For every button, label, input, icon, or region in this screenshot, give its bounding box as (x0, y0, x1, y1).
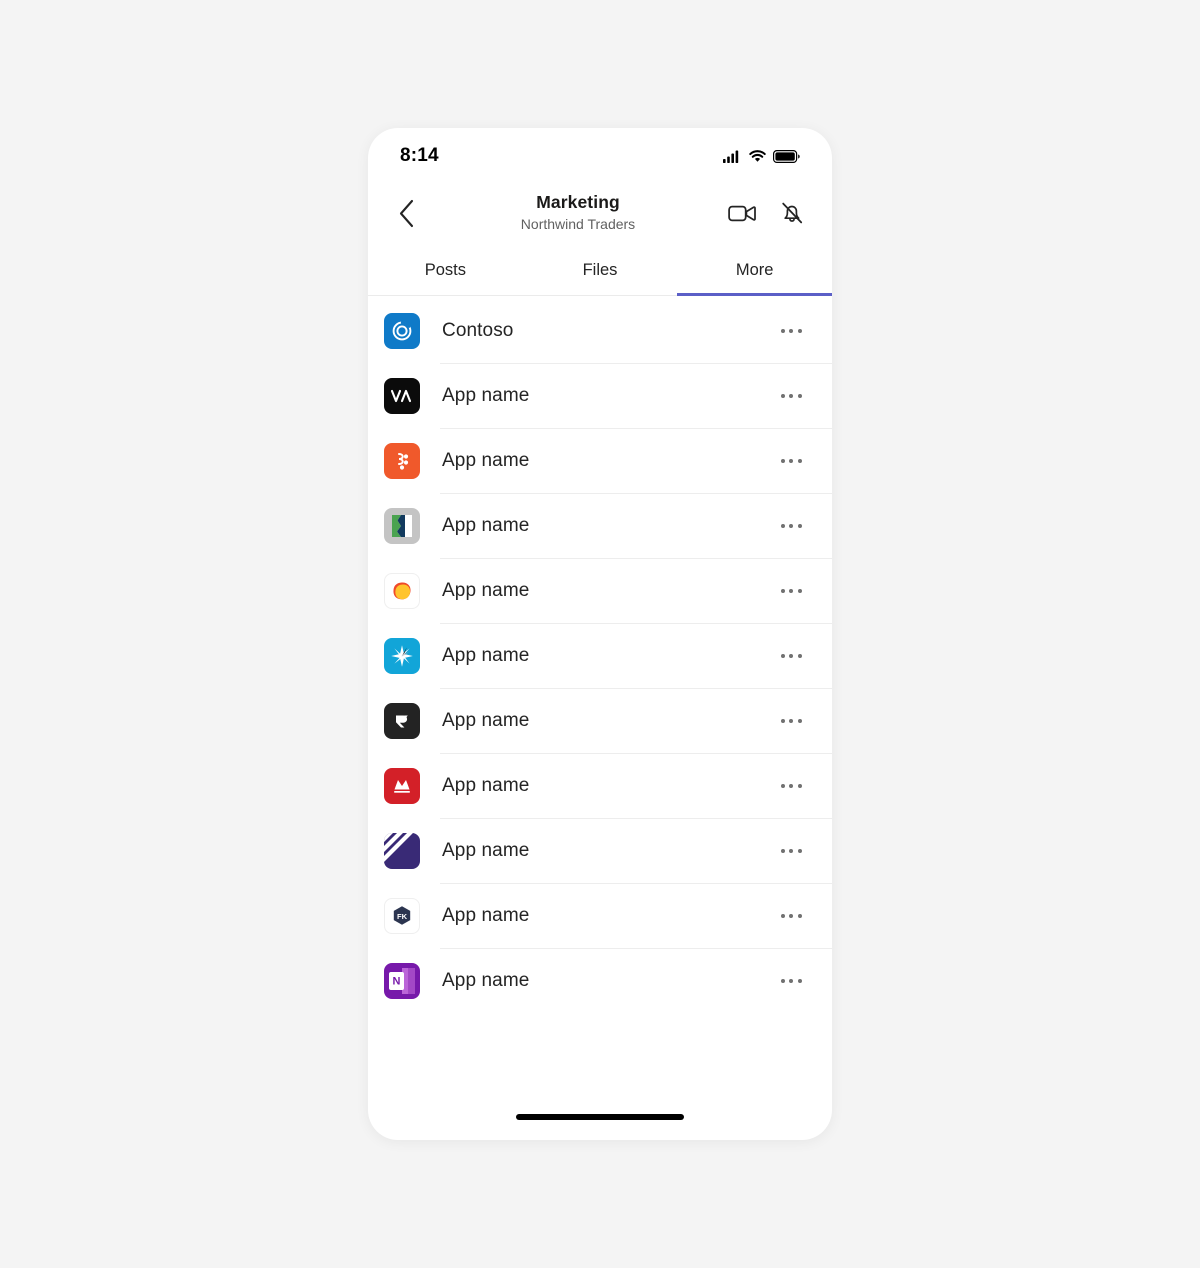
app-name-label: App name (442, 384, 530, 406)
more-horizontal-icon[interactable] (774, 704, 808, 738)
list-item[interactable]: App name (368, 623, 832, 688)
svg-text:N: N (393, 975, 401, 987)
list-item[interactable]: App name (368, 428, 832, 493)
more-horizontal-icon[interactable] (774, 379, 808, 413)
contoso-spiral-icon (384, 312, 420, 349)
status-bar-clock: 8:14 (400, 145, 439, 166)
more-horizontal-icon[interactable] (774, 769, 808, 803)
tab-posts[interactable]: Posts (368, 246, 523, 295)
row-divider (440, 558, 832, 559)
more-horizontal-icon[interactable] (774, 314, 808, 348)
list-item[interactable]: App name (368, 493, 832, 558)
dark-r-monogram-icon (384, 702, 420, 739)
list-item[interactable]: App name (368, 818, 832, 883)
row-divider (440, 363, 832, 364)
row-divider (440, 623, 832, 624)
app-name-label: App name (442, 969, 530, 991)
app-name-label: App name (442, 709, 530, 731)
app-name-label: App name (442, 449, 530, 471)
more-horizontal-icon[interactable] (774, 444, 808, 478)
phone-frame: 8:14 Marketing Northwind Traders Posts F… (368, 128, 832, 1140)
video-call-button[interactable] (726, 197, 758, 229)
list-item[interactable]: FK App name (368, 883, 832, 948)
more-horizontal-icon[interactable] (774, 639, 808, 673)
row-divider (440, 688, 832, 689)
wifi-icon (749, 149, 766, 163)
app-name-label: App name (442, 774, 530, 796)
chevron-left-icon (398, 199, 415, 228)
header-title-block: Marketing Northwind Traders (426, 192, 726, 234)
app-name-label: Contoso (442, 319, 514, 341)
notifications-button[interactable] (776, 197, 808, 229)
tab-files[interactable]: Files (523, 246, 678, 295)
orange-blob-icon (384, 572, 420, 609)
orange-molecule-icon (384, 442, 420, 479)
row-divider (440, 428, 832, 429)
nav-actions (726, 197, 810, 229)
svg-text:FK: FK (397, 912, 408, 921)
list-item[interactable]: App name (368, 688, 832, 753)
row-divider (440, 493, 832, 494)
list-item[interactable]: N App name (368, 948, 832, 1013)
black-va-monogram-icon (384, 377, 420, 414)
row-divider (440, 818, 832, 819)
app-name-label: App name (442, 514, 530, 536)
list-item[interactable]: Contoso (368, 298, 832, 363)
row-divider (440, 948, 832, 949)
more-horizontal-icon[interactable] (774, 509, 808, 543)
nav-header: Marketing Northwind Traders (368, 180, 832, 246)
app-name-label: App name (442, 644, 530, 666)
onenote-icon: N (384, 962, 420, 999)
tab-files-label: Files (582, 261, 618, 279)
more-horizontal-icon[interactable] (774, 964, 808, 998)
purple-stripes-icon (384, 832, 420, 869)
list-item[interactable]: App name (368, 753, 832, 818)
more-horizontal-icon[interactable] (774, 834, 808, 868)
fk-hexagon-icon: FK (384, 897, 420, 934)
back-button[interactable] (386, 193, 426, 233)
tab-more-label: More (735, 261, 774, 279)
battery-full-icon (773, 149, 800, 163)
status-bar-icons (723, 149, 800, 163)
tab-more[interactable]: More (677, 246, 832, 296)
list-item[interactable]: App name (368, 363, 832, 428)
video-camera-icon (727, 203, 757, 224)
tab-bar: Posts Files More (368, 246, 832, 296)
more-horizontal-icon[interactable] (774, 899, 808, 933)
cyan-star-burst-icon (384, 637, 420, 674)
tab-posts-label: Posts (424, 261, 466, 279)
list-item[interactable]: App name (368, 558, 832, 623)
page-subtitle: Northwind Traders (520, 215, 636, 232)
cellular-bars-icon (723, 150, 742, 163)
page-title: Marketing (536, 192, 620, 213)
home-indicator-area (368, 1094, 832, 1140)
app-name-label: App name (442, 579, 530, 601)
status-bar: 8:14 (368, 128, 832, 180)
row-divider (440, 753, 832, 754)
more-horizontal-icon[interactable] (774, 574, 808, 608)
app-name-label: App name (442, 904, 530, 926)
app-list: Contoso App name App name App name App n… (368, 296, 832, 1094)
app-name-label: App name (442, 839, 530, 861)
screenshot-canvas: 8:14 Marketing Northwind Traders Posts F… (0, 0, 1200, 1268)
red-mountain-icon (384, 767, 420, 804)
gray-green-flag-icon (384, 507, 420, 544)
row-divider (440, 883, 832, 884)
bell-muted-icon (779, 200, 805, 226)
home-indicator[interactable] (516, 1114, 684, 1120)
